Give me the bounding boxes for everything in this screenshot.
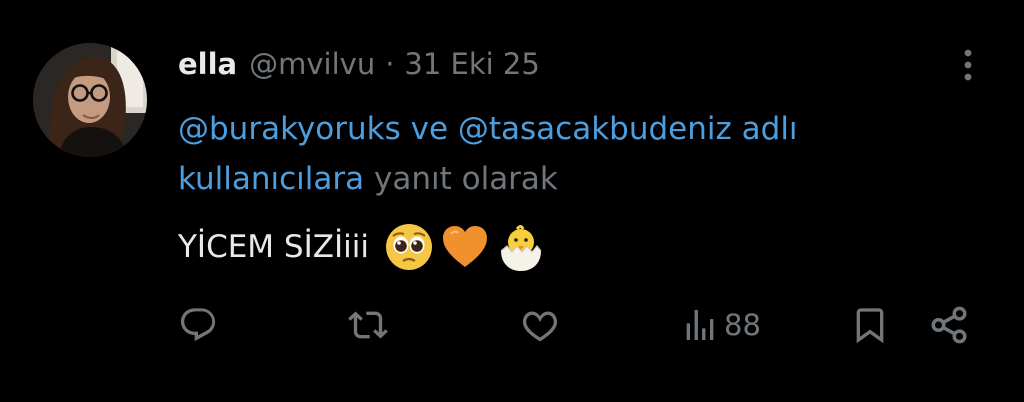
more-vertical-icon[interactable] bbox=[952, 44, 984, 86]
tweet-header: ella @mvilvu · 31 Eki 25 bbox=[178, 42, 540, 86]
tweet-text-row: YİCEM SİZİiii bbox=[178, 222, 547, 272]
mention-connector[interactable]: ve bbox=[411, 111, 448, 147]
mention-tail[interactable]: kullanıcılara bbox=[178, 161, 364, 197]
orange-heart-emoji bbox=[442, 226, 487, 267]
separator-dot: · bbox=[385, 47, 395, 81]
display-name[interactable]: ella bbox=[178, 42, 237, 86]
mention-link-burakyoruks[interactable]: @burakyoruks bbox=[178, 111, 401, 147]
mention-link-tasacakbudeniz[interactable]: @tasacakbudeniz bbox=[458, 111, 732, 147]
reply-icon bbox=[180, 308, 216, 342]
profile-photo bbox=[33, 43, 147, 157]
like-button[interactable] bbox=[520, 300, 560, 350]
reply-context: @burakyoruks ve @tasacakbudeniz adlı kul… bbox=[178, 104, 978, 204]
views-button[interactable]: 88 bbox=[680, 300, 761, 350]
retweet-icon bbox=[348, 311, 388, 339]
tweet-date[interactable]: 31 Eki 25 bbox=[404, 42, 539, 86]
hatching-chick-emoji bbox=[500, 225, 542, 271]
reply-button[interactable] bbox=[178, 300, 218, 350]
tweet-action-bar: 88 bbox=[0, 300, 1024, 350]
bookmark-button[interactable] bbox=[850, 300, 890, 350]
reply-context-text: yanıt olarak bbox=[374, 161, 558, 197]
tweet[interactable]: ella @mvilvu · 31 Eki 25 @burakyoruks ve… bbox=[0, 0, 1024, 402]
pleading-face-emoji bbox=[385, 224, 432, 270]
user-handle[interactable]: @mvilvu bbox=[249, 42, 375, 86]
views-icon bbox=[686, 310, 714, 340]
like-icon bbox=[522, 311, 558, 342]
avatar[interactable] bbox=[33, 43, 147, 157]
emoji-group bbox=[383, 221, 547, 273]
views-count: 88 bbox=[724, 308, 761, 342]
mention-suffix[interactable]: adlı bbox=[742, 111, 798, 147]
tweet-text: YİCEM SİZİiii bbox=[178, 229, 369, 265]
bookmark-icon bbox=[856, 308, 884, 344]
retweet-button[interactable] bbox=[348, 300, 388, 350]
share-icon bbox=[931, 306, 967, 344]
share-button[interactable] bbox=[928, 300, 970, 350]
